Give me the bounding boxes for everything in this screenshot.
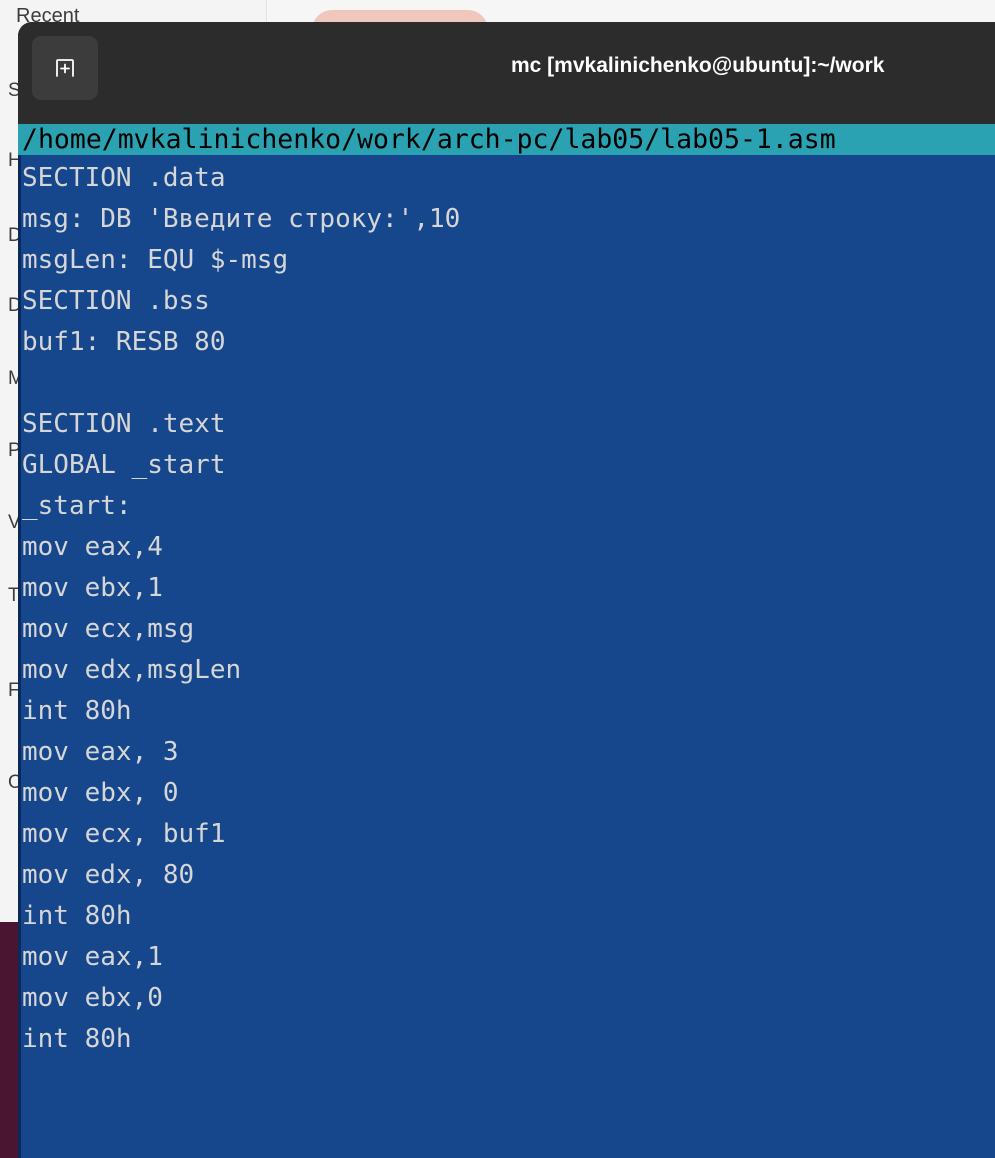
code-line[interactable]: mov ebx,0 <box>22 978 460 1019</box>
code-line[interactable]: mov ecx,msg <box>22 609 460 650</box>
editor-file-path-bar: /home/mvkalinichenko/work/arch-pc/lab05/… <box>18 124 995 155</box>
terminal-window[interactable]: mc [mvkalinichenko@ubuntu]:~/work /home/… <box>18 22 995 1158</box>
desktop: Recent S H D D M P V T F O mc [mvkalinic… <box>0 0 995 1158</box>
terminal-titlebar[interactable]: mc [mvkalinichenko@ubuntu]:~/work <box>18 22 995 124</box>
mc-editor[interactable]: /home/mvkalinichenko/work/arch-pc/lab05/… <box>18 124 995 1158</box>
code-line[interactable]: int 80h <box>22 896 460 937</box>
code-line[interactable]: mov ebx,1 <box>22 568 460 609</box>
code-line[interactable]: mov ebx, 0 <box>22 773 460 814</box>
code-line[interactable] <box>22 363 460 404</box>
editor-file-path: /home/mvkalinichenko/work/arch-pc/lab05/… <box>22 124 836 155</box>
code-line[interactable]: mov eax,4 <box>22 527 460 568</box>
editor-text-cursor <box>18 155 21 1158</box>
code-line[interactable]: GLOBAL _start <box>22 445 460 486</box>
code-line[interactable]: SECTION .data <box>22 158 460 199</box>
code-line[interactable]: int 80h <box>22 1019 460 1060</box>
code-line[interactable]: msg: DB 'Введите строку:',10 <box>22 199 460 240</box>
code-line[interactable]: mov edx, 80 <box>22 855 460 896</box>
editor-code-area[interactable]: SECTION .data msg: DB 'Введите строку:',… <box>22 158 460 1060</box>
code-line[interactable]: _start: <box>22 486 460 527</box>
code-line[interactable]: SECTION .bss <box>22 281 460 322</box>
code-line[interactable]: mov eax,1 <box>22 937 460 978</box>
code-line[interactable]: buf1: RESB 80 <box>22 322 460 363</box>
new-tab-icon <box>56 59 74 77</box>
code-line[interactable]: mov eax, 3 <box>22 732 460 773</box>
new-tab-button[interactable] <box>32 36 98 100</box>
code-line[interactable]: SECTION .text <box>22 404 460 445</box>
code-line[interactable]: mov edx,msgLen <box>22 650 460 691</box>
code-line[interactable]: int 80h <box>22 691 460 732</box>
code-line[interactable]: mov ecx, buf1 <box>22 814 460 855</box>
window-title: mc [mvkalinichenko@ubuntu]:~/work <box>511 54 885 77</box>
code-line[interactable]: msgLen: EQU $-msg <box>22 240 460 281</box>
